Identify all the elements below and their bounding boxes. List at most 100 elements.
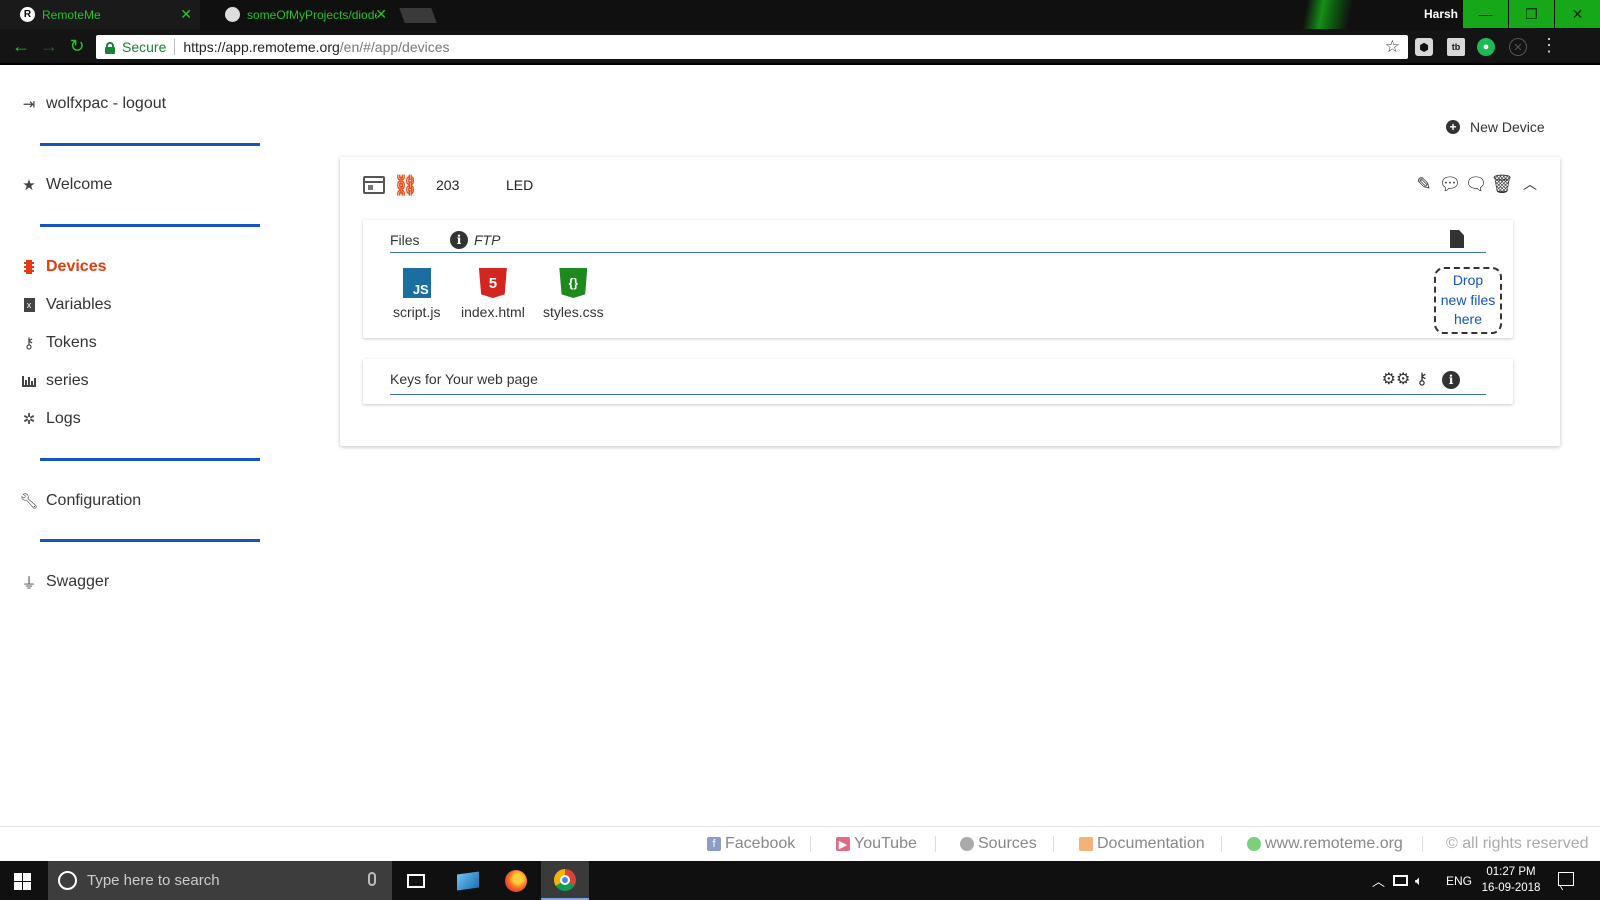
windows-start-icon[interactable] — [14, 873, 31, 890]
logout-link[interactable]: ⇥ wolfxpac - logout — [20, 95, 166, 113]
show-hidden-icons-chevron-icon[interactable]: ︿ — [1372, 861, 1385, 900]
keys-title: Keys for Your web page — [390, 371, 538, 387]
new-device-button[interactable]: + New Device — [1446, 119, 1545, 135]
gears-icon[interactable]: ⚙⚙ — [1380, 367, 1412, 391]
files-panel: Files i FTP JS script.js 5 index.html {}… — [363, 220, 1513, 338]
files-panel-header: Files i FTP — [390, 220, 1486, 253]
clock-date: 16-09-2018 — [1481, 882, 1541, 894]
github-icon — [960, 837, 974, 851]
clock-time: 01:27 PM — [1486, 866, 1536, 878]
address-bar[interactable]: Secure https://app.remoteme.org/en/#/app… — [96, 35, 1408, 59]
comment-icon[interactable]: 💬︎ — [1438, 172, 1462, 196]
minimize-button[interactable]: — — [1463, 0, 1508, 28]
forward-arrow-icon[interactable]: → — [38, 34, 60, 58]
taskbar-search-box[interactable]: Type here to search — [48, 861, 392, 900]
lock-icon — [105, 41, 115, 54]
new-file-icon[interactable] — [1450, 230, 1464, 248]
extension-green-icon[interactable]: ● — [1477, 38, 1495, 56]
network-icon[interactable] — [1393, 861, 1408, 900]
add-key-icon[interactable]: ⚷ — [1410, 367, 1434, 391]
youtube-link[interactable]: ▶ YouTube — [836, 835, 917, 853]
keys-panel: Keys for Your web page ⚙⚙ ⚷ i — [363, 359, 1513, 404]
sidebar-item-configuration[interactable]: 🔧︎ Configuration — [19, 492, 141, 510]
sidebar-item-series[interactable]: series — [20, 372, 89, 390]
file-drop-zone[interactable]: Drop new files here — [1434, 267, 1502, 334]
website-link[interactable]: www.remoteme.org — [1247, 835, 1403, 853]
sidebar-divider — [40, 458, 260, 461]
system-clock[interactable]: 01:27 PM 16-09-2018 — [1476, 864, 1546, 896]
ftp-link[interactable]: FTP — [474, 232, 500, 248]
variable-file-icon: x — [20, 296, 38, 314]
extension-tb-icon[interactable]: tb — [1447, 38, 1465, 56]
sidebar-item-tokens[interactable]: ⚷ Tokens — [20, 334, 97, 352]
extension-disabled-icon[interactable]: ✕ — [1509, 38, 1527, 56]
divider — [1221, 836, 1222, 852]
facebook-icon: f — [707, 837, 721, 851]
facebook-link[interactable]: f Facebook — [707, 835, 795, 853]
file-item[interactable]: JS script.js — [393, 268, 440, 320]
file-explorer-icon[interactable] — [444, 861, 492, 900]
info-icon[interactable]: i — [1442, 371, 1460, 389]
sidebar-item-devices[interactable]: Devices — [20, 258, 107, 276]
footer: f Facebook ▶ YouTube Sources Documentation… — [0, 826, 1600, 861]
documentation-link[interactable]: Documentation — [1079, 835, 1205, 853]
firefox-icon[interactable] — [492, 861, 540, 900]
new-device-label: New Device — [1470, 119, 1545, 135]
edit-icon[interactable]: ✎ — [1412, 172, 1436, 196]
copyright-text: © all rights reserved — [1446, 835, 1589, 852]
trash-icon[interactable]: 🗑︎ — [1490, 172, 1514, 196]
secure-label: Secure — [122, 39, 167, 55]
sidebar-item-logs[interactable]: ✲ Logs — [20, 410, 81, 428]
sidebar-item-label: Welcome — [46, 176, 113, 193]
unlink-icon[interactable]: ⛓︎ — [393, 173, 418, 198]
browser-menu-icon[interactable]: ⋮ — [1540, 35, 1558, 56]
device-type-window-icon — [363, 176, 385, 194]
volume-icon[interactable]: 🔈︎ — [1415, 861, 1423, 900]
sidebar-item-label: Swagger — [46, 573, 110, 590]
extension-cube-icon[interactable]: ⬢ — [1415, 38, 1433, 56]
task-view-icon[interactable] — [392, 861, 440, 900]
book-icon — [1079, 837, 1093, 851]
sidebar-item-label: Logs — [46, 410, 81, 427]
tab-title: someOfMyProjects/diode — [247, 7, 377, 22]
new-tab-button[interactable] — [399, 8, 437, 23]
bug-icon: ✲ — [22, 411, 36, 428]
microphone-icon[interactable] — [368, 872, 376, 886]
star-icon: ★ — [22, 177, 36, 194]
action-center-icon[interactable] — [1558, 872, 1574, 886]
sidebar-item-label: Variables — [46, 296, 112, 313]
sidebar-item-label: series — [46, 372, 89, 389]
browser-toolbar: ← → ↻ Secure https://app.remoteme.org/en… — [0, 29, 1600, 65]
device-card: ⛓︎ 203 LED ✎ 💬︎ 🗨︎ 🗑︎ ︿ Files i FTP JS s… — [340, 157, 1560, 446]
back-arrow-icon[interactable]: ← — [10, 34, 32, 58]
info-icon[interactable]: i — [450, 231, 468, 249]
sign-out-icon: ⇥ — [22, 96, 36, 113]
wrench-icon: 🔧︎ — [19, 493, 39, 510]
file-item[interactable]: 5 index.html — [461, 268, 525, 320]
restore-button[interactable]: ❐ — [1509, 0, 1554, 28]
bookmark-star-icon[interactable]: ☆ — [1385, 37, 1400, 57]
close-icon[interactable]: ✕ — [375, 6, 387, 23]
sidebar-item-swagger[interactable]: ⏚ Swagger — [20, 573, 110, 592]
sidebar-item-variables[interactable]: x Variables — [20, 296, 112, 314]
sources-link[interactable]: Sources — [960, 835, 1037, 853]
sidebar-item-label: Devices — [46, 258, 107, 275]
comments-icon[interactable]: 🗨︎ — [1464, 172, 1488, 196]
input-language[interactable]: ENG — [1446, 861, 1472, 900]
profile-name[interactable]: Harsh — [1424, 7, 1458, 21]
microchip-icon — [20, 258, 38, 276]
close-window-button[interactable]: ✕ — [1555, 0, 1600, 28]
footer-link-label: YouTube — [854, 835, 917, 852]
close-icon[interactable]: ✕ — [180, 6, 192, 23]
divider — [1053, 836, 1054, 852]
drop-zone-text: Drop — [1452, 272, 1484, 289]
tab-github[interactable]: someOfMyProjects/diode ✕ — [205, 0, 395, 29]
chrome-icon[interactable] — [541, 861, 589, 900]
sidebar-item-welcome[interactable]: ★ Welcome — [20, 176, 112, 194]
file-item[interactable]: {} styles.css — [543, 268, 604, 320]
file-name: styles.css — [543, 304, 604, 320]
tab-remoteme[interactable]: R RemoteMe ✕ — [0, 0, 200, 29]
sidebar: ⇥ wolfxpac - logout ★ Welcome Devices x … — [0, 66, 300, 826]
reload-icon[interactable]: ↻ — [66, 34, 88, 58]
chevron-up-icon[interactable]: ︿ — [1518, 172, 1542, 196]
